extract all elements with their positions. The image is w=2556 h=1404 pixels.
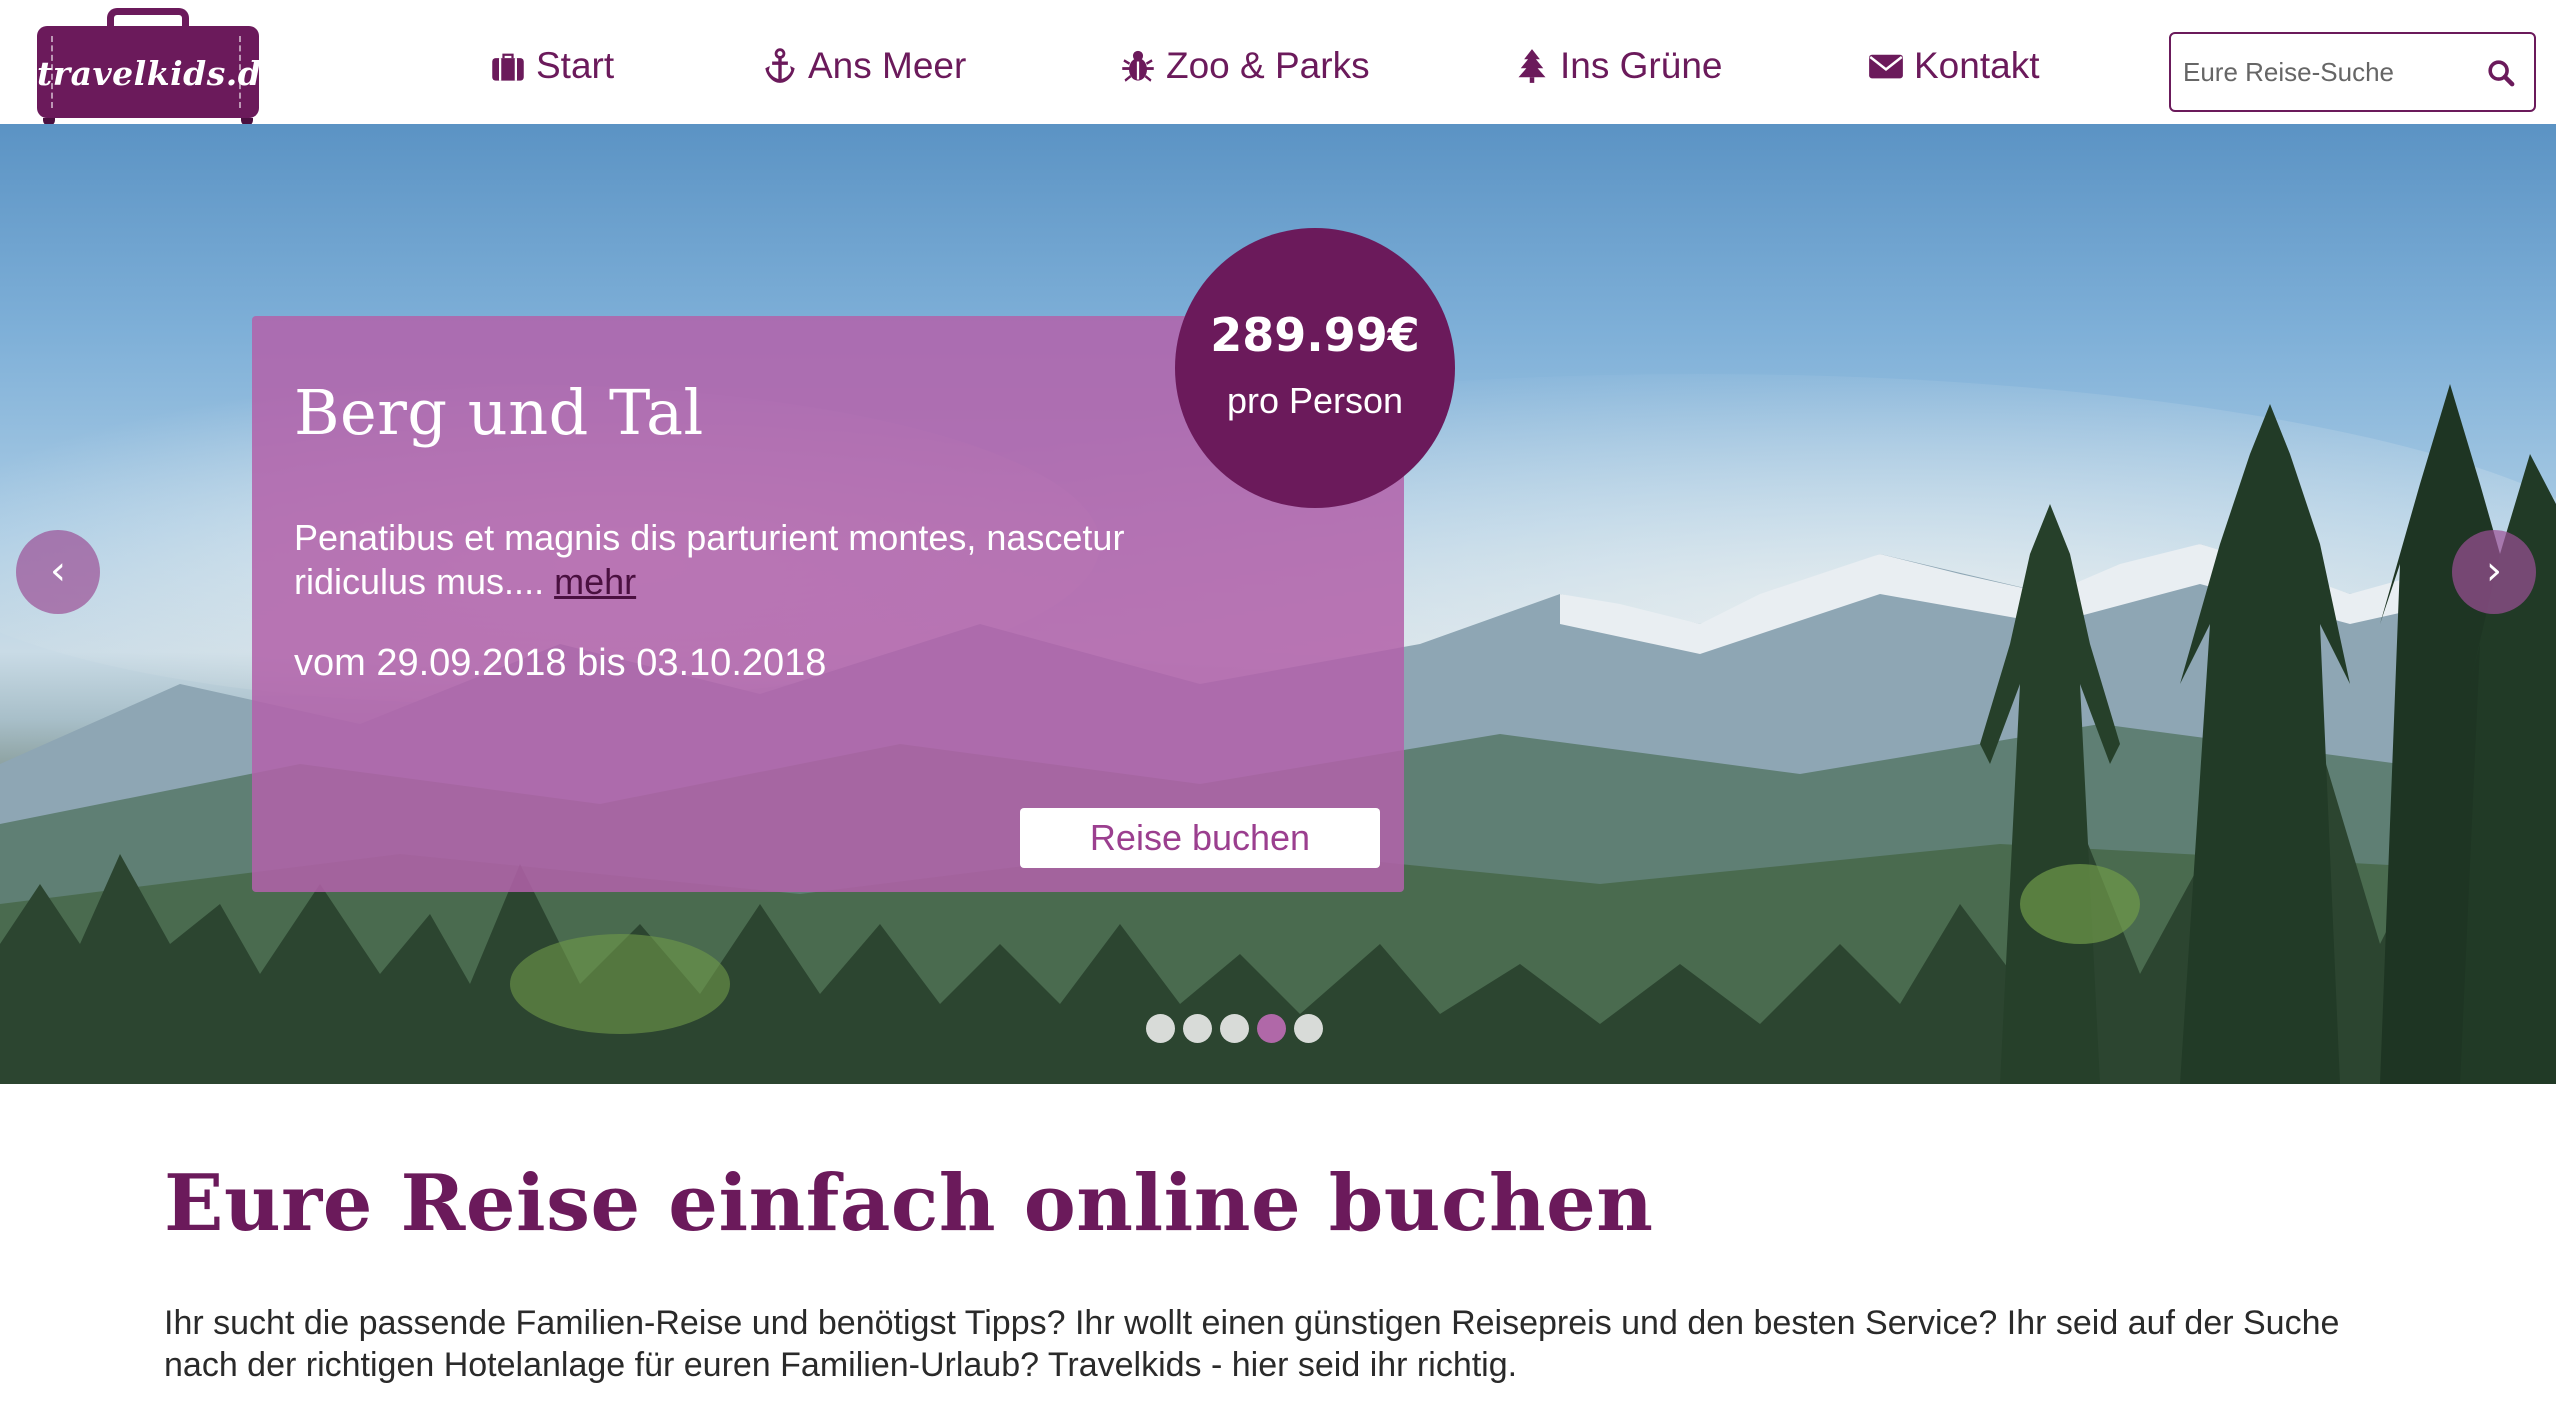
slider-dot-2[interactable]: [1183, 1014, 1212, 1043]
search-box: [2169, 32, 2536, 112]
slider-dot-1[interactable]: [1146, 1014, 1175, 1043]
logo-text: travelkids.de: [37, 54, 283, 93]
slider-dot-5[interactable]: [1294, 1014, 1323, 1043]
bug-icon: [1122, 50, 1154, 82]
nav-item-kontakt[interactable]: Kontakt: [1868, 36, 2039, 96]
search-input[interactable]: [2183, 48, 2473, 96]
tree-icon: [1518, 49, 1546, 83]
slider-dot-4[interactable]: [1257, 1014, 1286, 1043]
slider-pagination: [1146, 1014, 1323, 1043]
site-header: travelkids.de Start Ans Meer Zoo & Parks…: [0, 0, 2556, 126]
hero-slider: Berg und Tal Penatibus et magnis dis par…: [0, 124, 2556, 1084]
offer-dates: vom 29.09.2018 bis 03.10.2018: [294, 642, 827, 684]
slider-prev-button[interactable]: ‹: [16, 530, 100, 614]
intro-text: Ihr sucht die passende Familien-Reise un…: [164, 1304, 2340, 1384]
slider-dot-3[interactable]: [1220, 1014, 1249, 1043]
book-trip-button[interactable]: Reise buchen: [1020, 808, 1380, 868]
price-amount: 289.99€: [1210, 308, 1420, 362]
price-badge: 289.99€ pro Person: [1175, 228, 1455, 508]
nav-label-zoo-parks: Zoo & Parks: [1166, 45, 1370, 86]
page-title: Eure Reise einfach online buchen: [164, 1158, 1654, 1249]
slider-next-button[interactable]: ›: [2452, 530, 2536, 614]
offer-title: Berg und Tal: [294, 376, 704, 449]
nav-label-ans-meer: Ans Meer: [808, 45, 967, 86]
offer-description: Penatibus et magnis dis parturient monte…: [294, 516, 1194, 604]
offer-description-text: Penatibus et magnis dis parturient monte…: [294, 517, 1125, 602]
travelkids-logo[interactable]: travelkids.de: [37, 8, 283, 126]
nav-item-zoo-parks[interactable]: Zoo & Parks: [1120, 36, 1370, 96]
nav-item-start[interactable]: Start: [490, 36, 614, 96]
nav-item-ans-meer[interactable]: Ans Meer: [762, 36, 966, 96]
envelope-icon: [1869, 54, 1903, 79]
search-icon[interactable]: [2484, 56, 2520, 92]
price-unit: pro Person: [1226, 380, 1404, 421]
nav-item-ins-gruene[interactable]: Ins Grüne: [1514, 36, 1722, 96]
nav-label-ins-gruene: Ins Grüne: [1560, 45, 1723, 86]
nav-label-kontakt: Kontakt: [1914, 45, 2040, 86]
nav-label-start: Start: [536, 45, 615, 86]
suitcase-icon: [492, 53, 524, 81]
suitcase-handle-icon: [107, 8, 189, 34]
more-link[interactable]: mehr: [554, 561, 636, 602]
anchor-icon: [765, 48, 795, 83]
